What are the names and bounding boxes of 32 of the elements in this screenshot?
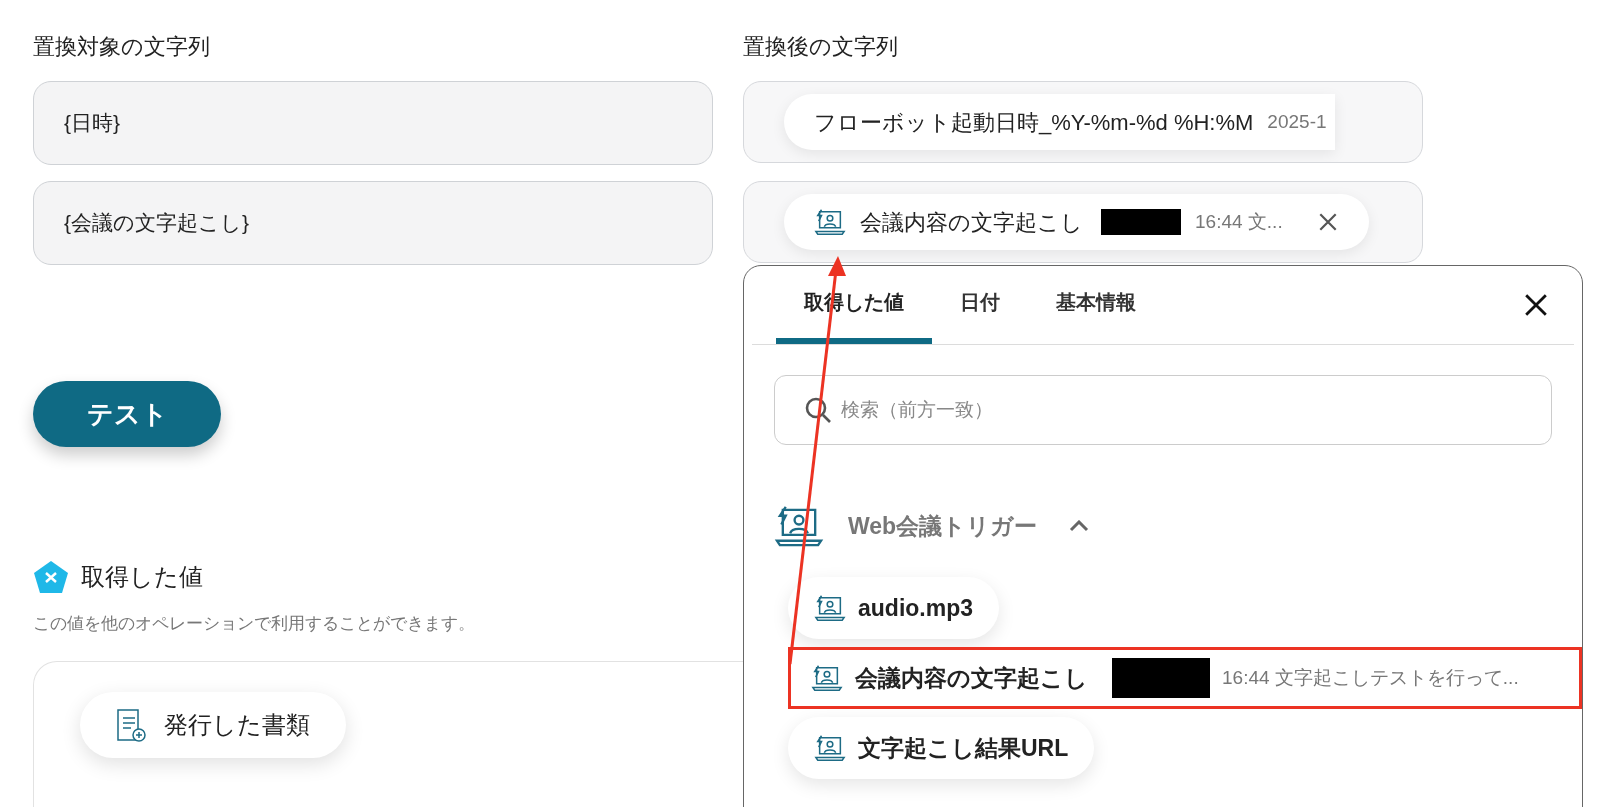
input-field[interactable]: {日時} [33,81,713,165]
section-title: 取得した値 [81,562,203,592]
pentagon-x-icon [33,560,69,594]
field-label: 置換後の文字列 [743,33,899,61]
value-item[interactable]: audio.mp3 [788,577,999,639]
chevron-up-icon[interactable] [1069,520,1090,532]
tab[interactable]: 基本情報 [1028,265,1164,344]
field-label: 置換対象の文字列 [33,33,211,61]
value-item[interactable]: 文字起こし結果URL [788,717,1095,779]
test-button[interactable]: テスト [33,381,221,447]
search-field[interactable]: 検索（前方一致） [774,375,1552,445]
value-preview: 16:44 文字起こしテストを行って... [1222,665,1519,690]
value-preview: 16:44 文... [1195,209,1283,234]
laptop-person-icon [814,207,846,237]
value-item[interactable]: 会議内容の文字起こし 16:44 文字起こしテストを行って... [788,647,1582,709]
chip-label: フローボット起動日時_%Y-%m-%d %H:%M [814,108,1254,137]
chip-label: 会議内容の文字起こし [860,208,1083,237]
laptop-person-icon [814,733,846,763]
group-title: Web会議トリガー [848,511,1038,541]
search-icon [804,396,832,424]
value-chip[interactable]: 発行した書類 [80,691,346,758]
tab[interactable]: 日付 [932,265,1028,344]
section-description: この値を他のオペレーションで利用することができます。 [33,613,476,635]
laptop-person-icon [814,593,846,623]
input-field[interactable]: {会議の文字起こし} [33,181,713,265]
value-chip[interactable]: 会議内容の文字起こし 16:44 文... [784,194,1369,250]
input-field[interactable]: フローボット起動日時_%Y-%m-%d %H:%M 2025-1 [743,81,1423,163]
value-chip[interactable]: フローボット起動日時_%Y-%m-%d %H:%M 2025-1 [784,94,1335,150]
laptop-person-icon [811,663,843,693]
document-plus-icon [116,707,146,742]
input-field[interactable]: 会議内容の文字起こし 16:44 文... [743,181,1423,263]
value-preview: 2025-1 [1267,109,1327,134]
